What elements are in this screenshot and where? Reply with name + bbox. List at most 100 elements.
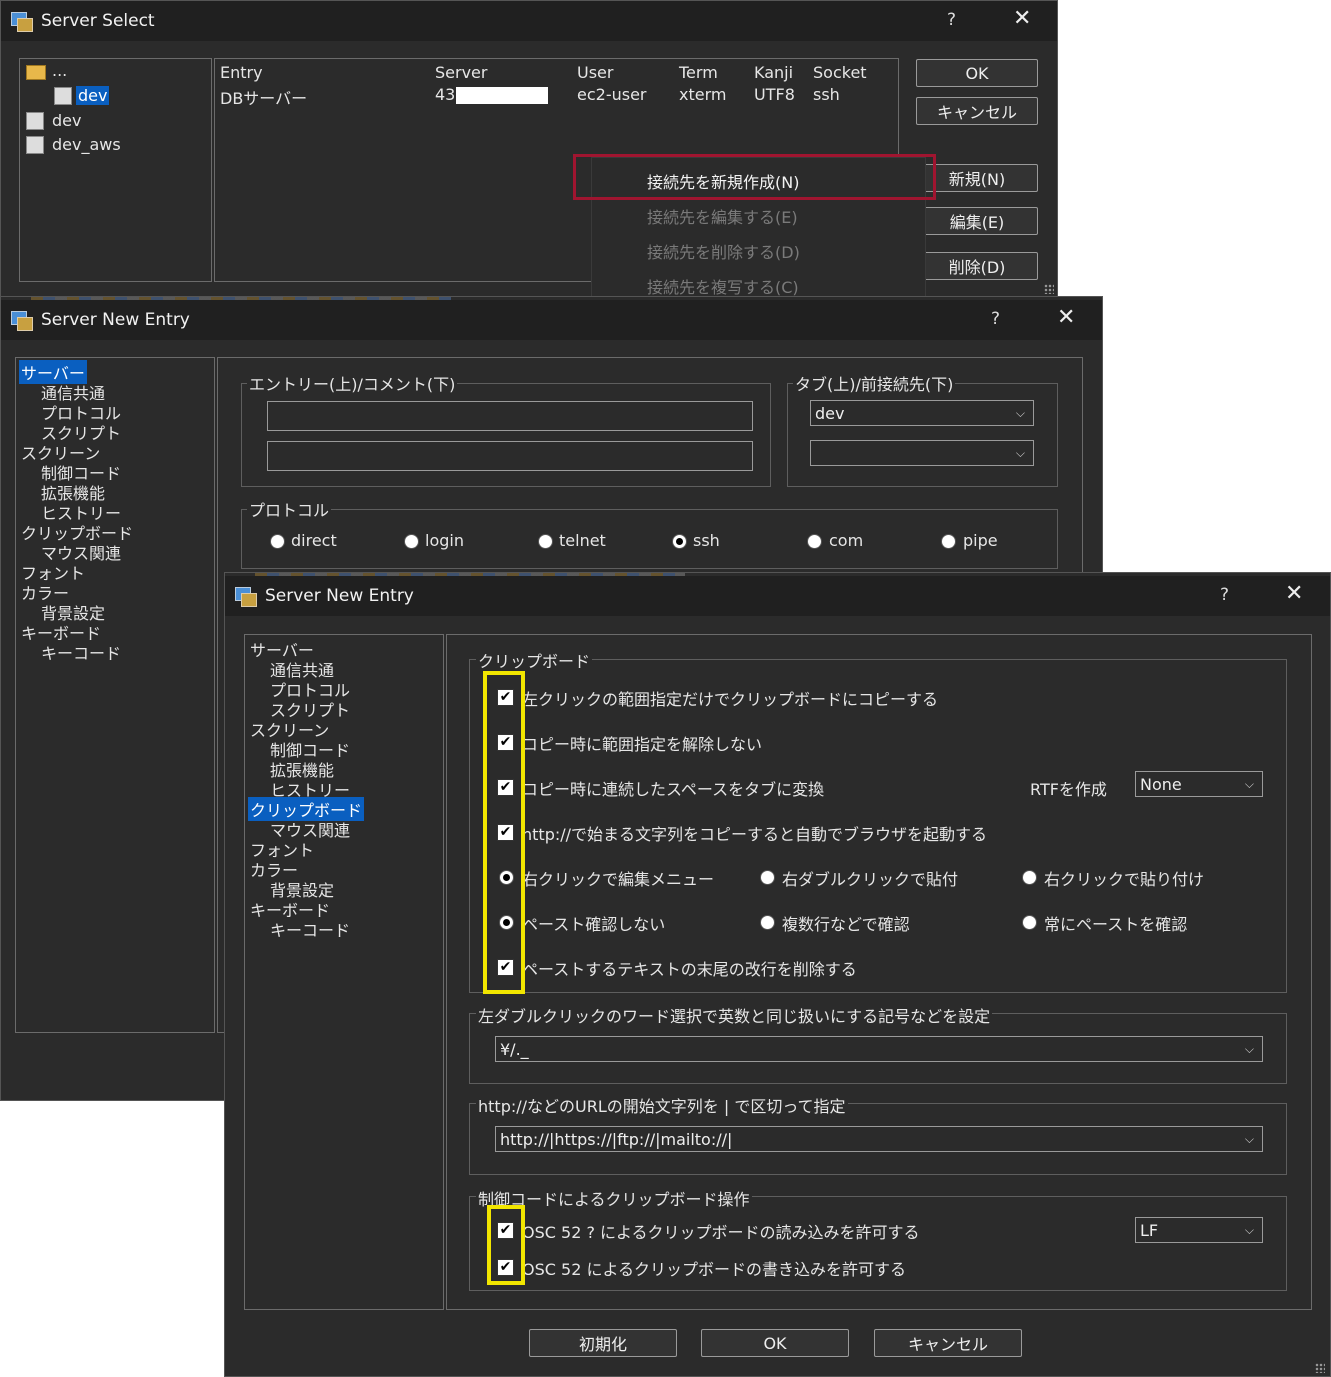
tree-item-root[interactable]: ... <box>52 61 67 80</box>
radio-telnet[interactable] <box>538 534 553 549</box>
rtf-select[interactable]: None ⌵ <box>1135 771 1263 797</box>
app-icon <box>235 585 257 607</box>
column-header-term[interactable]: Term <box>679 63 718 82</box>
right-click-menu-label: 右クリックで編集メニュー <box>522 870 715 889</box>
server-icon <box>26 136 44 154</box>
column-header-entry[interactable]: Entry <box>220 63 263 82</box>
right-click-paste-label: 右クリックで貼り付け <box>1044 870 1205 889</box>
word-chars-select[interactable]: ¥/._ ⌵ <box>495 1036 1263 1062</box>
help-button[interactable]: ? <box>947 10 956 30</box>
radio-pipe[interactable] <box>941 534 956 549</box>
tree-item-dev-aws[interactable]: dev_aws <box>52 135 121 154</box>
rtf-select-value: None <box>1140 774 1182 794</box>
menu-item-edit[interactable]: 接続先を編集する(E) <box>647 204 798 228</box>
server-icon <box>26 112 44 130</box>
entry-comment-label: エントリー(上)/コメント(下) <box>247 371 458 395</box>
delete-button[interactable]: 削除(D) <box>916 252 1038 280</box>
app-icon <box>11 309 33 331</box>
tab-select[interactable]: dev ⌵ <box>810 400 1034 426</box>
radio-multiline-confirm[interactable] <box>760 915 775 930</box>
radio-ssh-label: ssh <box>693 531 720 550</box>
edit-button[interactable]: 編集(E) <box>916 207 1038 235</box>
url-prefix-value: http://|https://|ftp://|mailto://| <box>500 1129 733 1149</box>
osc-write-label: OSC 52 によるクリップボードの書き込みを許可する <box>522 1260 906 1279</box>
no-paste-confirm-label: ペースト確認しない <box>522 915 666 934</box>
radio-direct-label: direct <box>291 531 337 550</box>
entry-input[interactable] <box>267 401 753 431</box>
cell-entry: DBサーバー <box>220 89 308 108</box>
close-icon[interactable]: ✕ <box>1013 6 1031 31</box>
radio-right-click-paste[interactable] <box>1022 870 1037 885</box>
word-select-group-label: 左ダブルクリックのワード選択で英数と同じ扱いにする記号などを設定 <box>476 1003 993 1027</box>
radio-telnet-label: telnet <box>559 531 606 550</box>
server-new-entry-front-window: Server New Entry ? ✕ サーバー 通信共通 プロトコル スクリ… <box>224 572 1331 1377</box>
redacted-block <box>456 87 548 104</box>
lf-select[interactable]: LF ⌵ <box>1135 1217 1263 1243</box>
highlight-box <box>487 1205 525 1285</box>
resize-grip[interactable] <box>1315 1363 1325 1373</box>
table-row[interactable]: DBサーバー 43 ec2-user xterm UTF8 ssh <box>215 85 895 108</box>
reset-button[interactable]: 初期化 <box>529 1329 677 1357</box>
titlebar[interactable]: Server New Entry ? ✕ <box>1 300 1102 340</box>
settings-tree[interactable]: サーバー 通信共通 プロトコル スクリプト スクリーン 制御コード 拡張機能 ヒ… <box>244 634 444 1310</box>
menu-item-delete[interactable]: 接続先を削除する(D) <box>647 239 800 263</box>
protocol-group <box>241 509 1058 569</box>
titlebar[interactable]: Server Select ? ✕ <box>1 1 1057 41</box>
radio-always-confirm[interactable] <box>1022 915 1037 930</box>
entry-comment-group <box>241 383 771 487</box>
multiline-confirm-label: 複数行などで確認 <box>782 915 910 934</box>
radio-com[interactable] <box>807 534 822 549</box>
radio-com-label: com <box>829 531 864 550</box>
url-prefix-select[interactable]: http://|https://|ftp://|mailto://| ⌵ <box>495 1126 1263 1152</box>
close-icon[interactable]: ✕ <box>1057 305 1075 330</box>
titlebar[interactable]: Server New Entry ? ✕ <box>225 576 1330 616</box>
radio-pipe-label: pipe <box>963 531 998 550</box>
left-click-copy-label: 左クリックの範囲指定だけでクリップボードにコピーする <box>522 690 939 709</box>
folder-open-icon <box>26 65 46 80</box>
comment-input[interactable] <box>267 441 753 471</box>
tree-item-dev[interactable]: dev <box>52 111 81 130</box>
settings-tree[interactable]: サーバー 通信共通 プロトコル スクリプト スクリーン 制御コード 拡張機能 ヒ… <box>15 357 215 1033</box>
cell-socket: ssh <box>813 85 840 104</box>
protocol-group-label: プロトコル <box>247 497 332 521</box>
help-button[interactable]: ? <box>1220 585 1229 605</box>
window-title: Server New Entry <box>41 310 190 330</box>
radio-right-double-paste[interactable] <box>760 870 775 885</box>
folder-tree[interactable]: ... dev dev dev_aws <box>19 58 212 282</box>
tree-item-dev-selected[interactable]: dev <box>76 86 110 105</box>
radio-login-label: login <box>425 531 464 550</box>
radio-direct[interactable] <box>270 534 285 549</box>
radio-login[interactable] <box>404 534 419 549</box>
column-header-socket[interactable]: Socket <box>813 63 867 82</box>
cancel-button[interactable]: キャンセル <box>874 1329 1022 1357</box>
highlight-box <box>573 154 936 200</box>
cell-kanji: UTF8 <box>754 85 795 104</box>
ok-button[interactable]: OK <box>701 1329 849 1357</box>
cell-server: 43 <box>435 85 456 104</box>
menu-item-copy[interactable]: 接続先を複写する(C) <box>647 274 799 298</box>
radio-ssh[interactable] <box>672 534 687 549</box>
tree-item-keycode[interactable]: キーコード <box>41 640 121 664</box>
help-button[interactable]: ? <box>991 309 1000 329</box>
cell-user: ec2-user <box>577 85 647 104</box>
prev-connection-select[interactable]: ⌵ <box>810 440 1034 466</box>
ok-button[interactable]: OK <box>916 59 1038 87</box>
column-header-server[interactable]: Server <box>435 63 487 82</box>
right-double-paste-label: 右ダブルクリックで貼付 <box>782 870 959 889</box>
tab-select-value: dev <box>815 403 845 423</box>
chevron-down-icon: ⌵ <box>1244 777 1254 791</box>
column-header-kanji[interactable]: Kanji <box>754 63 793 82</box>
word-chars-value: ¥/._ <box>500 1039 529 1059</box>
resize-grip[interactable] <box>1044 284 1054 294</box>
column-header-user[interactable]: User <box>577 63 613 82</box>
tree-item-keycode[interactable]: キーコード <box>270 917 350 941</box>
close-icon[interactable]: ✕ <box>1285 581 1303 606</box>
window-title: Server Select <box>41 11 155 31</box>
rtf-label: RTFを作成 <box>1030 780 1107 799</box>
space-to-tab-label: コピー時に連続したスペースをタブに変換 <box>522 780 825 799</box>
chevron-down-icon: ⌵ <box>1015 446 1025 460</box>
app-icon <box>11 10 33 32</box>
cell-term: xterm <box>679 85 727 104</box>
cancel-button[interactable]: キャンセル <box>916 97 1038 125</box>
chevron-down-icon: ⌵ <box>1244 1223 1254 1237</box>
